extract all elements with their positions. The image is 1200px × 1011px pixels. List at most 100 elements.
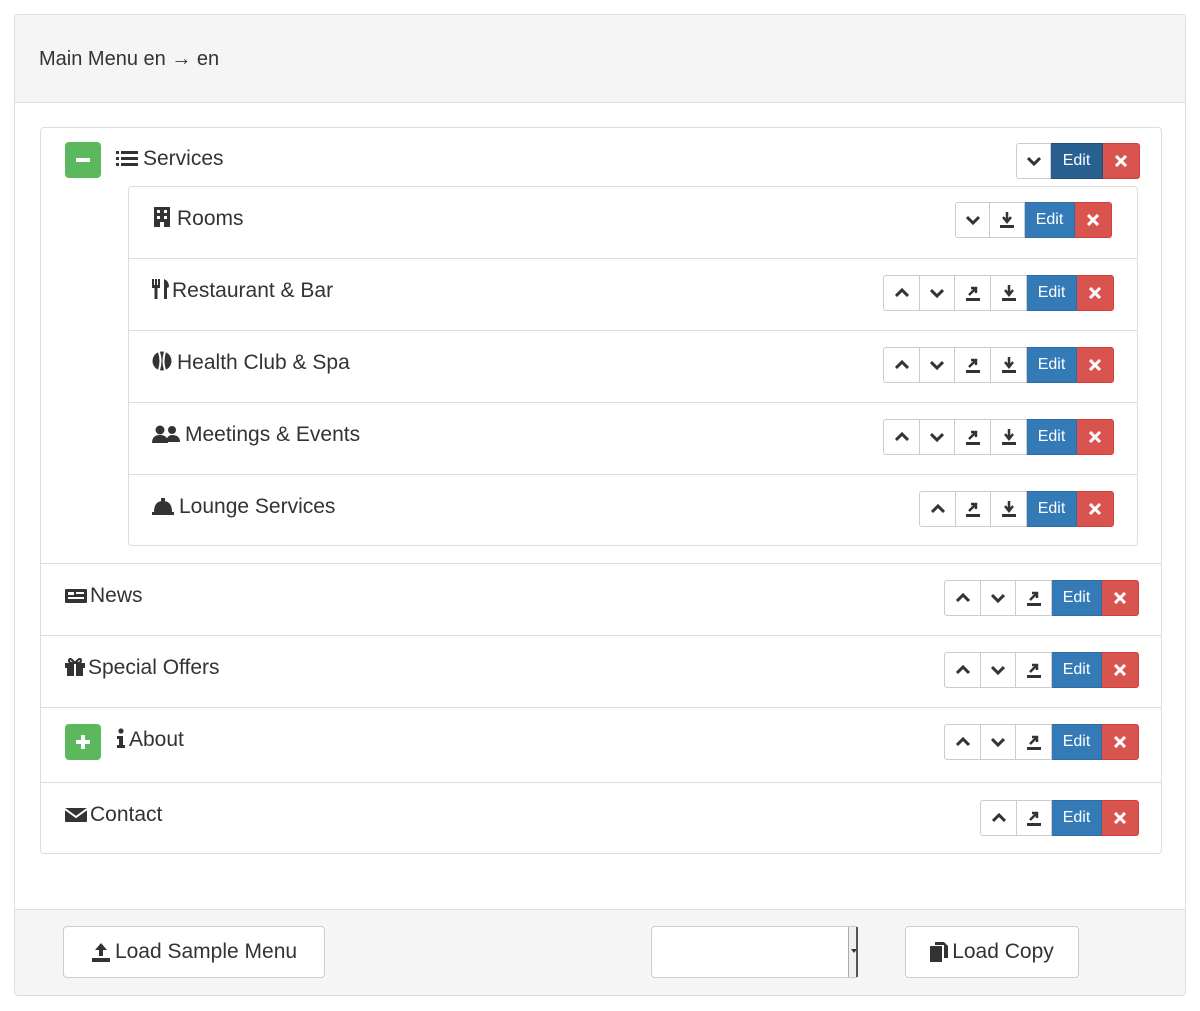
item-actions: Edit xyxy=(944,652,1139,688)
edit-button[interactable]: Edit xyxy=(1027,275,1077,311)
delete-button[interactable] xyxy=(1077,491,1114,527)
load-copy-button[interactable]: Load Copy xyxy=(905,926,1079,978)
edit-button[interactable]: Edit xyxy=(1052,800,1102,836)
move-up-button[interactable] xyxy=(980,800,1017,836)
submenu-item-restaurant-bar: Restaurant & Bar Edit xyxy=(129,258,1137,330)
submenu-item-meetings-events: Meetings & Events Edit xyxy=(129,402,1137,474)
gift-icon xyxy=(65,656,85,680)
move-up-button[interactable] xyxy=(883,347,920,383)
move-out-button[interactable] xyxy=(1016,652,1052,688)
move-into-button[interactable] xyxy=(991,347,1027,383)
move-out-button[interactable] xyxy=(955,419,991,455)
expand-toggle-button[interactable] xyxy=(65,724,101,760)
item-actions: Edit xyxy=(883,275,1114,311)
delete-button[interactable] xyxy=(1102,652,1139,688)
move-down-button[interactable] xyxy=(981,724,1016,760)
item-actions: Edit xyxy=(944,580,1139,616)
arrow-right-icon: → xyxy=(171,48,192,70)
move-down-button[interactable] xyxy=(1016,143,1051,179)
edit-button[interactable]: Edit xyxy=(1027,491,1077,527)
move-into-button[interactable] xyxy=(990,202,1025,238)
close-icon xyxy=(1114,736,1126,748)
edit-button[interactable]: Edit xyxy=(1052,652,1102,688)
chevron-up-icon xyxy=(894,288,909,298)
move-out-button[interactable] xyxy=(1017,800,1052,836)
close-icon xyxy=(1089,359,1101,371)
delete-button[interactable] xyxy=(1075,202,1112,238)
menu-item-label: Special Offers xyxy=(65,656,220,680)
bell-icon xyxy=(152,495,174,519)
newspaper-icon xyxy=(65,584,87,608)
chevron-up-icon xyxy=(894,360,909,370)
collapse-toggle-button[interactable] xyxy=(65,142,101,178)
edit-button[interactable]: Edit xyxy=(1025,202,1075,238)
close-icon xyxy=(1087,214,1099,226)
chevron-down-icon xyxy=(991,665,1005,675)
chevron-down-icon xyxy=(965,215,980,225)
chevron-down-icon xyxy=(930,288,944,298)
panel-footer: Load Sample Menu Load Copy xyxy=(15,909,1185,995)
upload-icon xyxy=(91,943,110,962)
menu-item-label: Contact xyxy=(64,803,162,827)
load-sample-menu-button[interactable]: Load Sample Menu xyxy=(63,926,325,978)
delete-button[interactable] xyxy=(1102,724,1139,760)
delete-button[interactable] xyxy=(1077,347,1114,383)
item-actions: Edit xyxy=(980,800,1139,836)
move-out-button[interactable] xyxy=(955,347,991,383)
move-up-button[interactable] xyxy=(944,724,981,760)
move-down-button[interactable] xyxy=(920,347,955,383)
move-up-button[interactable] xyxy=(919,491,956,527)
menu-panel: Main Menu en → en Services Edit Rooms Ed… xyxy=(14,14,1186,996)
chevron-up-icon xyxy=(894,432,909,442)
item-actions: Edit xyxy=(944,724,1139,760)
item-actions: Edit xyxy=(955,202,1112,238)
move-down-button[interactable] xyxy=(981,580,1016,616)
move-up-button[interactable] xyxy=(944,580,981,616)
edit-button[interactable]: Edit xyxy=(1027,347,1077,383)
delete-button[interactable] xyxy=(1103,143,1140,179)
move-out-button[interactable] xyxy=(955,275,991,311)
move-into-button[interactable] xyxy=(991,419,1027,455)
move-down-button[interactable] xyxy=(981,652,1016,688)
move-down-button[interactable] xyxy=(920,419,955,455)
move-down-button[interactable] xyxy=(920,275,955,311)
move-out-icon xyxy=(966,502,980,517)
download-icon xyxy=(1001,501,1016,517)
menu-item-label: News xyxy=(65,584,143,608)
menu-item-label: Rooms xyxy=(152,207,244,231)
plus-icon xyxy=(76,735,90,749)
edit-button[interactable]: Edit xyxy=(1027,419,1077,455)
list-icon xyxy=(116,147,138,171)
delete-button[interactable] xyxy=(1077,419,1114,455)
chevron-up-icon xyxy=(991,813,1006,823)
menu-copy-select[interactable] xyxy=(651,926,858,978)
submenu-item-lounge-services: Lounge Services Edit xyxy=(129,474,1137,545)
move-up-button[interactable] xyxy=(883,275,920,311)
edit-button[interactable]: Edit xyxy=(1052,580,1102,616)
download-icon xyxy=(1000,212,1014,228)
menu-item-label: Meetings & Events xyxy=(152,423,360,447)
delete-button[interactable] xyxy=(1102,580,1139,616)
move-into-button[interactable] xyxy=(991,275,1027,311)
edit-button[interactable]: Edit xyxy=(1051,143,1103,179)
close-icon xyxy=(1114,592,1126,604)
chevron-down-icon xyxy=(1026,156,1041,166)
menu-item-list: Services Edit Rooms Edit Restaurant & Ba… xyxy=(40,127,1162,854)
menu-item-label: Health Club & Spa xyxy=(152,351,350,375)
delete-button[interactable] xyxy=(1102,800,1139,836)
edit-button[interactable]: Edit xyxy=(1052,724,1102,760)
move-into-button[interactable] xyxy=(991,491,1027,527)
submenu-item-rooms: Rooms Edit xyxy=(129,187,1137,258)
move-out-button[interactable] xyxy=(1016,580,1052,616)
close-icon xyxy=(1089,287,1101,299)
move-out-button[interactable] xyxy=(1016,724,1052,760)
move-up-button[interactable] xyxy=(944,652,981,688)
move-up-button[interactable] xyxy=(883,419,920,455)
menu-item-about: About Edit xyxy=(41,707,1161,782)
move-down-button[interactable] xyxy=(955,202,990,238)
item-actions: Edit xyxy=(1016,143,1140,179)
move-out-button[interactable] xyxy=(956,491,991,527)
copy-icon xyxy=(930,942,949,962)
delete-button[interactable] xyxy=(1077,275,1114,311)
close-icon xyxy=(1114,812,1126,824)
